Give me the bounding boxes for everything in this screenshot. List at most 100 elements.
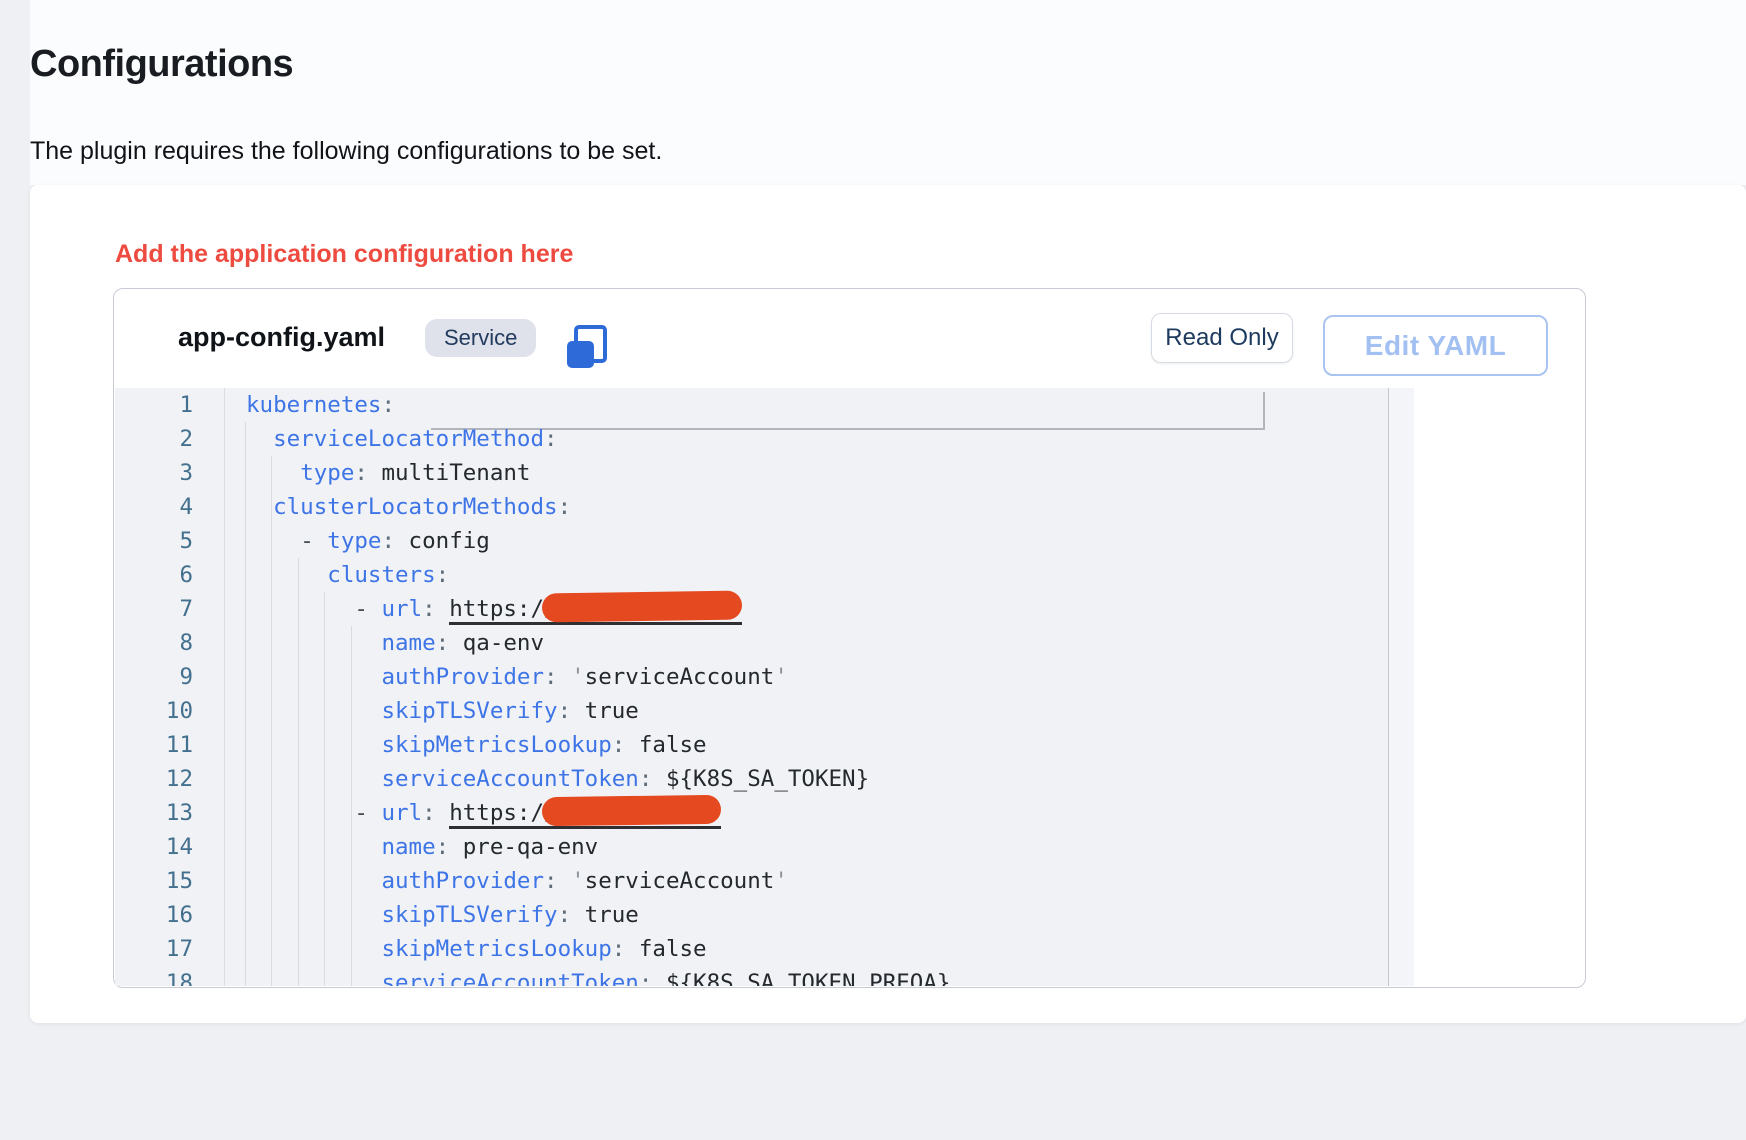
- code-token: pre-qa-env: [449, 834, 598, 860]
- code-token: skipTLSVerify: [381, 902, 557, 928]
- code-line: 5 - type: config: [115, 524, 1414, 558]
- read-only-button[interactable]: Read Only: [1151, 313, 1293, 363]
- code-token: [246, 562, 327, 588]
- code-line-content: skipTLSVerify: true: [193, 694, 639, 728]
- code-token: -: [300, 528, 327, 554]
- config-prompt-label: Add the application configuration here: [115, 240, 573, 269]
- yaml-config-box: app-config.yaml Service Read Only Edit Y…: [113, 288, 1586, 988]
- code-token: ${K8S_SA_TOKEN}: [652, 766, 869, 792]
- code-token: config: [395, 528, 490, 554]
- redaction-scribble: [541, 795, 720, 826]
- code-token: true: [571, 902, 639, 928]
- code-token: url: [381, 800, 422, 826]
- code-token: serviceLocatorMethod: [273, 426, 544, 452]
- code-line-content: - url: https://: [193, 592, 742, 626]
- code-token: [246, 834, 381, 860]
- code-token: url: [381, 596, 422, 622]
- code-token: :: [381, 528, 395, 554]
- code-token: [246, 698, 381, 724]
- code-token: -: [354, 596, 381, 622]
- code-line-content: clusters:: [193, 558, 449, 592]
- line-number: 12: [115, 762, 193, 796]
- code-token: :: [558, 494, 572, 520]
- code-token: type: [327, 528, 381, 554]
- code-line-content: name: pre-qa-env: [193, 830, 598, 864]
- code-token: [246, 936, 381, 962]
- code-line-content: skipTLSVerify: true: [193, 898, 639, 932]
- code-line: 7 - url: https://: [115, 592, 1414, 626]
- code-token: false: [625, 732, 706, 758]
- copy-icon-front-square: [567, 341, 594, 368]
- code-line-content: serviceAccountToken: ${K8S_SA_TOKEN}: [193, 762, 869, 796]
- line-number: 9: [115, 660, 193, 694]
- code-token: [246, 426, 273, 452]
- code-token: serviceAccount: [585, 868, 775, 894]
- line-number: 4: [115, 490, 193, 524]
- edit-yaml-button[interactable]: Edit YAML: [1323, 315, 1548, 376]
- code-line: 1kubernetes:: [115, 388, 1414, 422]
- copy-icon[interactable]: [564, 325, 610, 371]
- code-token: :: [381, 392, 395, 418]
- configuration-card: Add the application configuration here a…: [30, 185, 1746, 1023]
- line-number: 7: [115, 592, 193, 626]
- redaction-scribble: [541, 591, 741, 623]
- code-line: 14 name: pre-qa-env: [115, 830, 1414, 864]
- code-line: 8 name: qa-env: [115, 626, 1414, 660]
- code-line: 9 authProvider: 'serviceAccount': [115, 660, 1414, 694]
- redacted-url: https://: [449, 800, 720, 829]
- code-token: [246, 902, 381, 928]
- code-token: qa-env: [449, 630, 544, 656]
- code-token: :: [639, 970, 653, 986]
- code-token: :: [558, 698, 572, 724]
- code-token: :: [544, 426, 558, 452]
- code-token: [246, 970, 381, 986]
- code-token: type: [300, 460, 354, 486]
- code-token: authProvider: [381, 664, 544, 690]
- code-token: :: [558, 902, 572, 928]
- code-token: :: [544, 664, 558, 690]
- code-line: 12 serviceAccountToken: ${K8S_SA_TOKEN}: [115, 762, 1414, 796]
- page-subtitle: The plugin requires the following config…: [30, 137, 662, 166]
- code-token: [246, 630, 381, 656]
- code-line-content: serviceAccountToken: ${K8S_SA_TOKEN_PREQ…: [193, 966, 950, 986]
- code-line-content: skipMetricsLookup: false: [193, 728, 707, 762]
- code-token: skipMetricsLookup: [381, 732, 611, 758]
- code-token: :: [639, 766, 653, 792]
- code-line-content: serviceLocatorMethod:: [193, 422, 558, 456]
- code-token: [246, 528, 300, 554]
- line-number: 1: [115, 388, 193, 422]
- line-number: 8: [115, 626, 193, 660]
- code-token: [246, 732, 381, 758]
- code-token: :: [436, 562, 450, 588]
- code-line-content: clusterLocatorMethods:: [193, 490, 571, 524]
- line-number: 18: [115, 966, 193, 986]
- code-line-content: name: qa-env: [193, 626, 544, 660]
- code-token: :: [612, 936, 626, 962]
- code-line: 18 serviceAccountToken: ${K8S_SA_TOKEN_P…: [115, 966, 1414, 986]
- code-token: [436, 800, 450, 826]
- code-token: ': [558, 868, 585, 894]
- code-token: :: [544, 868, 558, 894]
- code-line: 16 skipTLSVerify: true: [115, 898, 1414, 932]
- code-token: authProvider: [381, 868, 544, 894]
- line-number: 10: [115, 694, 193, 728]
- code-line-content: skipMetricsLookup: false: [193, 932, 707, 966]
- config-filename: app-config.yaml: [178, 322, 385, 353]
- code-line-content: type: multiTenant: [193, 456, 530, 490]
- code-token: [246, 494, 273, 520]
- code-line: 11 skipMetricsLookup: false: [115, 728, 1414, 762]
- code-token: :: [436, 834, 450, 860]
- code-token: clusterLocatorMethods: [273, 494, 557, 520]
- code-token: [246, 596, 354, 622]
- code-token: [246, 460, 300, 486]
- code-token: false: [625, 936, 706, 962]
- line-number: 17: [115, 932, 193, 966]
- code-token: :: [422, 800, 436, 826]
- yaml-code-editor[interactable]: 1kubernetes:2 serviceLocatorMethod:3 typ…: [115, 388, 1414, 986]
- code-line: 4 clusterLocatorMethods:: [115, 490, 1414, 524]
- code-line-content: kubernetes:: [193, 388, 395, 422]
- code-token: [246, 800, 354, 826]
- line-number: 15: [115, 864, 193, 898]
- code-token: clusters: [327, 562, 435, 588]
- code-token: ': [774, 868, 788, 894]
